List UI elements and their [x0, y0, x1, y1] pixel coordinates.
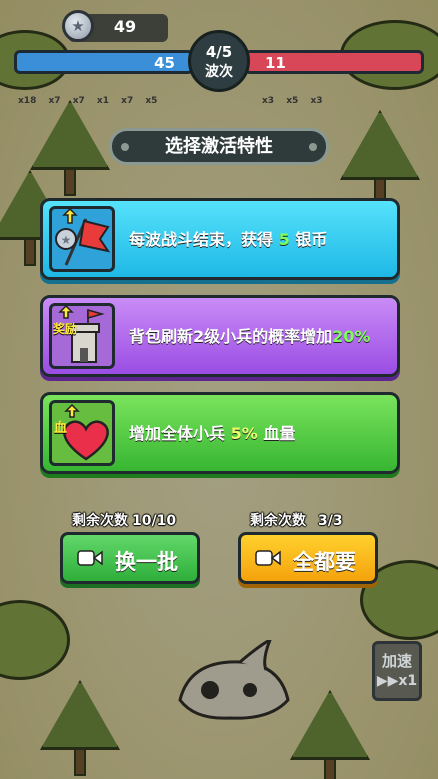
- trait-highlight: 5%: [230, 424, 258, 443]
- trait-description: 背包刷新2级小兵的概率增加 20%: [129, 308, 385, 366]
- remaining-label: 剩余次数: [250, 513, 306, 529]
- wave-label: 波次: [205, 64, 233, 80]
- title-dot: [309, 143, 317, 151]
- trait-highlight: 5: [278, 230, 290, 249]
- silver-count: 49: [113, 17, 137, 36]
- wave-indicator: 4/5 波次: [188, 30, 250, 92]
- remaining-value: 3/3: [318, 513, 343, 529]
- unit-count: x3: [262, 96, 275, 106]
- trait-option-health[interactable]: 血 增加全体小兵 5% 血量: [40, 392, 400, 474]
- unit-count: x5: [286, 96, 299, 106]
- unit-count: x3: [310, 96, 323, 106]
- svg-text:★: ★: [61, 233, 72, 247]
- unit-count: x7: [72, 96, 85, 106]
- player-health-bar: 45: [14, 50, 194, 74]
- remaining-value: 10/10: [132, 513, 177, 529]
- unit-count: x7: [121, 96, 134, 106]
- player-hp-value: 45: [154, 54, 175, 72]
- remaining-label: 剩余次数: [72, 513, 128, 529]
- wave-progress: 4/5: [205, 43, 233, 61]
- health-badge: 血: [54, 421, 68, 436]
- panel-title: 选择激活特性: [109, 128, 329, 165]
- trait-text: 增加全体小兵: [129, 424, 226, 443]
- red-flag-coin-icon: ★: [49, 206, 115, 272]
- enemy-unit-counts: x3 x5 x3: [262, 96, 332, 106]
- speed-value-row: ▶▶x1: [375, 673, 419, 689]
- fast-forward-icon: ▶▶: [376, 673, 399, 689]
- trait-option-silver[interactable]: ★ 每波战斗结束，获得 5 银币: [40, 198, 400, 280]
- trait-text: 背包刷新2级小兵的概率增加: [129, 327, 333, 346]
- video-camera-icon: [255, 550, 281, 566]
- trait-text: 血量: [263, 424, 296, 443]
- star-coin-icon: ★: [62, 10, 94, 42]
- speed-value: x1: [398, 673, 418, 689]
- unit-count: x5: [145, 96, 158, 106]
- trait-highlight: 20%: [332, 327, 371, 346]
- title-dot: [121, 143, 129, 151]
- trait-description: 增加全体小兵 5% 血量: [129, 405, 385, 463]
- speed-label: 加速: [381, 652, 412, 670]
- panel-title-text: 选择激活特性: [165, 136, 273, 157]
- video-camera-icon: [77, 550, 103, 566]
- enemy-health-bar: 11: [244, 50, 424, 74]
- reward-badge: 奖励: [53, 322, 78, 336]
- refresh-remaining: 剩余次数 10/10: [72, 510, 176, 530]
- blood-heart-icon: 血: [49, 400, 115, 466]
- take-all-label: 全都要: [293, 550, 356, 574]
- unit-count: x1: [96, 96, 109, 106]
- take-all-button[interactable]: 全都要: [238, 532, 378, 584]
- enemy-hp-value: 11: [265, 54, 286, 72]
- trait-text: 银币: [295, 230, 328, 249]
- trait-description: 每波战斗结束，获得 5 银币: [129, 211, 385, 269]
- refresh-button[interactable]: 换一批: [60, 532, 200, 584]
- unit-count: x7: [48, 96, 61, 106]
- refresh-label: 换一批: [115, 550, 178, 574]
- reward-tower-icon: 奖励: [49, 303, 115, 369]
- unit-count: x18: [18, 96, 37, 106]
- take-all-remaining: 剩余次数 3/3: [250, 510, 343, 530]
- player-unit-counts: x18 x7 x7 x1 x7 x5: [18, 96, 166, 106]
- speed-up-button[interactable]: 加速 ▶▶x1: [372, 641, 422, 701]
- trait-text: 每波战斗结束，获得: [129, 230, 274, 249]
- trait-option-level2-chance[interactable]: 奖励 背包刷新2级小兵的概率增加 20%: [40, 295, 400, 377]
